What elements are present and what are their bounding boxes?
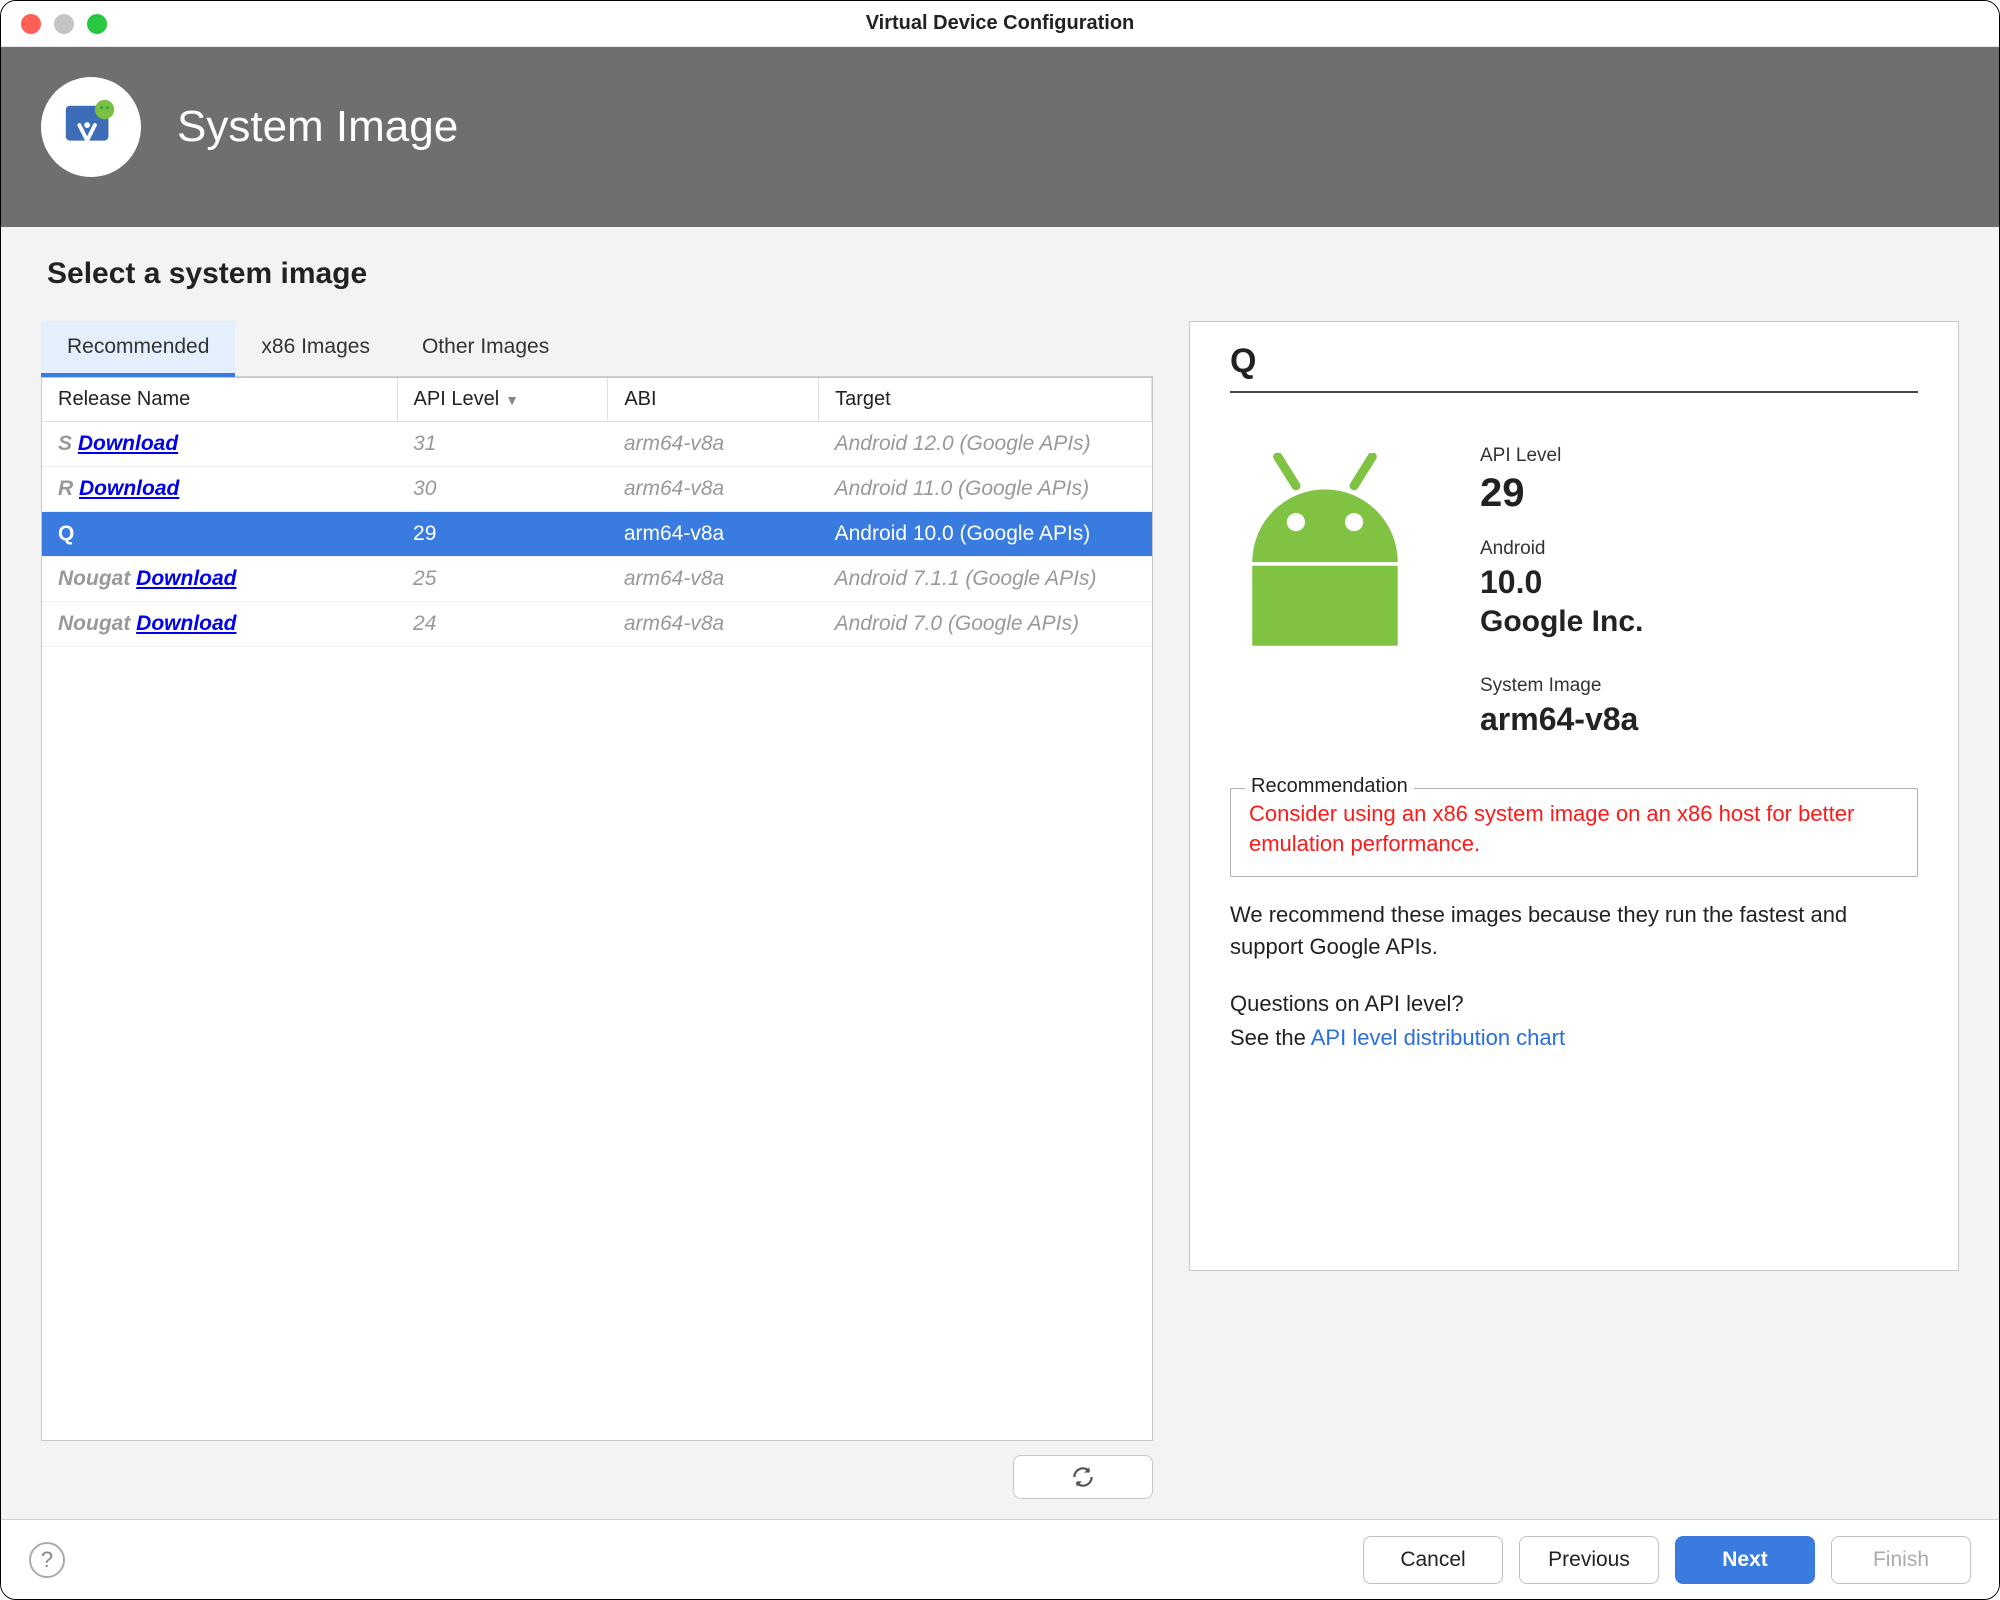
- tabs: Recommended x86 Images Other Images: [41, 321, 1153, 377]
- help-button[interactable]: ?: [29, 1542, 65, 1578]
- android-robot-icon: [1230, 423, 1440, 738]
- tab-x86-images[interactable]: x86 Images: [235, 321, 396, 376]
- download-link[interactable]: Download: [78, 432, 178, 455]
- cell-target: Android 7.1.1 (Google APIs): [819, 557, 1152, 602]
- api-level-chart-link[interactable]: API level distribution chart: [1311, 1025, 1565, 1050]
- cell-api-level: 31: [397, 422, 608, 467]
- table-row[interactable]: R Download30arm64-v8aAndroid 11.0 (Googl…: [42, 467, 1152, 512]
- cancel-button[interactable]: Cancel: [1363, 1536, 1503, 1584]
- cell-target: Android 12.0 (Google APIs): [819, 422, 1152, 467]
- wizard-header: System Image: [1, 47, 1999, 227]
- cell-release: Nougat Download: [42, 602, 397, 647]
- previous-button[interactable]: Previous: [1519, 1536, 1659, 1584]
- table-row[interactable]: Nougat Download24arm64-v8aAndroid 7.0 (G…: [42, 602, 1152, 647]
- download-link[interactable]: Download: [136, 567, 236, 590]
- detail-android-version: 10.0: [1480, 564, 1643, 601]
- download-link[interactable]: Download: [79, 477, 179, 500]
- download-link[interactable]: Download: [136, 612, 236, 635]
- android-studio-icon: [41, 77, 141, 177]
- col-api-level[interactable]: API Level▼: [397, 378, 608, 422]
- detail-panel: Q: [1189, 321, 1959, 1271]
- sort-desc-icon: ▼: [505, 392, 519, 408]
- next-button[interactable]: Next: [1675, 1536, 1815, 1584]
- cell-abi: arm64-v8a: [608, 557, 819, 602]
- cell-release: Nougat Download: [42, 557, 397, 602]
- refresh-button[interactable]: [1013, 1455, 1153, 1499]
- cell-release: R Download: [42, 467, 397, 512]
- cell-abi: arm64-v8a: [608, 512, 819, 557]
- system-image-table: Release Name API Level▼ ABI Target S Dow…: [41, 377, 1153, 1441]
- cell-abi: arm64-v8a: [608, 602, 819, 647]
- recommendation-box: Recommendation Consider using an x86 sys…: [1230, 788, 1918, 877]
- col-target[interactable]: Target: [819, 378, 1152, 422]
- detail-android-label: Android: [1480, 538, 1643, 560]
- cell-release: Q: [42, 512, 397, 557]
- detail-title: Q: [1230, 342, 1918, 381]
- cell-api-level: 30: [397, 467, 608, 512]
- see-line: See the API level distribution chart: [1230, 1025, 1918, 1051]
- col-abi[interactable]: ABI: [608, 378, 819, 422]
- recommendation-note: We recommend these images because they r…: [1230, 899, 1918, 963]
- recommendation-heading: Recommendation: [1245, 775, 1414, 798]
- detail-vendor: Google Inc.: [1480, 605, 1643, 639]
- cell-abi: arm64-v8a: [608, 467, 819, 512]
- cell-api-level: 29: [397, 512, 608, 557]
- tab-recommended[interactable]: Recommended: [41, 321, 235, 377]
- table-row[interactable]: Q29arm64-v8aAndroid 10.0 (Google APIs): [42, 512, 1152, 557]
- cell-target: Android 7.0 (Google APIs): [819, 602, 1152, 647]
- table-row[interactable]: Nougat Download25arm64-v8aAndroid 7.1.1 …: [42, 557, 1152, 602]
- detail-api-label: API Level: [1480, 445, 1643, 467]
- cell-abi: arm64-v8a: [608, 422, 819, 467]
- refresh-icon: [1070, 1464, 1096, 1490]
- tab-other-images[interactable]: Other Images: [396, 321, 575, 376]
- questions-line: Questions on API level?: [1230, 991, 1918, 1017]
- cell-api-level: 24: [397, 602, 608, 647]
- window-title: Virtual Device Configuration: [1, 12, 1999, 35]
- cell-target: Android 11.0 (Google APIs): [819, 467, 1152, 512]
- finish-button: Finish: [1831, 1536, 1971, 1584]
- detail-api-value: 29: [1480, 471, 1643, 516]
- titlebar: Virtual Device Configuration: [1, 1, 1999, 47]
- cell-target: Android 10.0 (Google APIs): [819, 512, 1152, 557]
- detail-sysimg-value: arm64-v8a: [1480, 701, 1643, 738]
- page-subtitle: Select a system image: [47, 257, 1959, 291]
- detail-sysimg-label: System Image: [1480, 675, 1643, 697]
- cell-api-level: 25: [397, 557, 608, 602]
- table-row[interactable]: S Download31arm64-v8aAndroid 12.0 (Googl…: [42, 422, 1152, 467]
- wizard-heading: System Image: [177, 102, 458, 152]
- col-release-name[interactable]: Release Name: [42, 378, 397, 422]
- recommendation-text: Consider using an x86 system image on an…: [1249, 799, 1899, 858]
- cell-release: S Download: [42, 422, 397, 467]
